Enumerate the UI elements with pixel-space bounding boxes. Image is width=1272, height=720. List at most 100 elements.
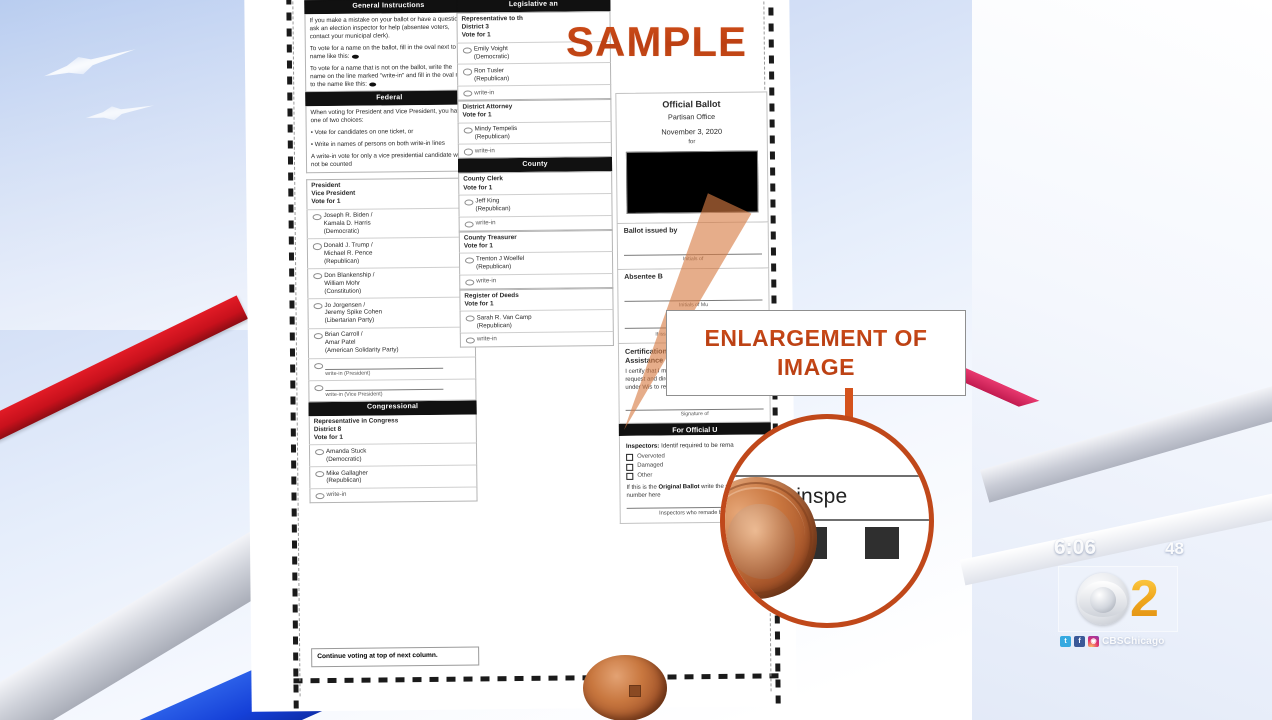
candidate-row[interactable]: Mike Gallagher (Republican): [309, 464, 478, 489]
candidate-party: (Democratic): [323, 227, 360, 236]
instruction-paragraph-1: If you make a mistake on your ballot or …: [309, 15, 463, 41]
penny-reference-square: [629, 685, 641, 697]
continue-voting-note: Continue voting at top of next column.: [311, 646, 480, 667]
contest-header-president: President Vice President Vote for 1: [306, 177, 475, 209]
candidate-party: (Republican): [474, 133, 510, 141]
ballot-column-1: General Instructions If you make a mista…: [304, 0, 478, 504]
cbs2-logo: 2: [1058, 566, 1178, 632]
inspectors-text: Identif required to be rema: [661, 442, 734, 450]
candidate-party: (Republican): [326, 477, 362, 485]
magnified-mark-2: [865, 527, 899, 559]
official-ballot-title: Official Ballot: [662, 98, 721, 110]
enlargement-callout-line1: ENLARGEMENT OF: [704, 325, 928, 351]
candidate-row[interactable]: Jeff King (Republican): [458, 192, 613, 217]
cbs-eye-pupil: [1090, 587, 1117, 613]
clock-time: 6:06: [1054, 536, 1097, 559]
candidate-row[interactable]: Trenton J Woelfel (Republican): [458, 250, 614, 275]
candidate-party: (Republican): [324, 257, 360, 265]
facebook-icon: f: [1074, 636, 1085, 647]
instagram-icon: ◉: [1088, 636, 1099, 647]
official-ballot-for-label: for: [688, 138, 696, 145]
candidate-row[interactable]: Mindy Tempelis (Republican): [457, 120, 612, 145]
vote-for-county-treasurer: Vote for 1: [463, 242, 493, 250]
filled-oval-example-icon: [351, 54, 359, 59]
write-in-row[interactable]: write-in: [457, 142, 612, 160]
write-in-president-label: write-in (President): [325, 367, 444, 378]
candidate-row[interactable]: Jo Jorgensen / Jeremy Spike Cohen (Liber…: [307, 296, 476, 329]
candidate-party: (Republican): [475, 205, 511, 213]
write-in-label: write-in: [474, 89, 495, 97]
write-in-vice-president-row[interactable]: write-in (Vice President): [308, 378, 477, 402]
checkbox-overvoted[interactable]: [626, 453, 634, 461]
contest-header-register-of-deeds: Register of Deeds Vote for 1: [459, 287, 614, 311]
sample-watermark: SAMPLE: [566, 18, 748, 65]
contest-header-county-clerk: County Clerk Vote for 1: [458, 171, 613, 195]
original-ballot-note-line1: If this is the: [626, 484, 657, 491]
candidate-row[interactable]: Amanda Stuck (Democratic): [308, 442, 478, 467]
write-in-vice-president-label: write-in (Vice President): [325, 388, 444, 399]
twitter-icon: t: [1060, 636, 1071, 647]
continue-voting-text: Continue voting at top of next column.: [317, 651, 438, 661]
write-in-label: write-in: [475, 219, 496, 227]
contest-header-county-treasurer: County Treasurer Vote for 1: [458, 229, 613, 253]
candidate-row[interactable]: Joseph R. Biden / Kamala D. Harris (Demo…: [306, 207, 475, 239]
write-in-label: write-in: [476, 277, 497, 285]
candidate-party: (Libertarian Party): [324, 316, 375, 325]
write-in-label: write-in: [474, 147, 495, 155]
federal-paragraph-2: A write-in vote for only a vice presiden…: [310, 151, 462, 169]
clock: 6:06 48: [1054, 536, 1184, 560]
contest-header-congress: Representative in Congress District 8 Vo…: [308, 414, 477, 445]
instruction-paragraph-3: To vote for a name that is not on the ba…: [310, 63, 468, 88]
original-ballot-bold: Original Ballot: [658, 483, 700, 491]
checkbox-other[interactable]: [626, 473, 634, 481]
candidate-row[interactable]: Don Blankenship / William Mohr (Constitu…: [307, 266, 476, 299]
social-handle-text: CBSChicago: [1102, 636, 1165, 647]
general-instructions-body: If you make a mistake on your ballot or …: [304, 12, 474, 93]
broadcast-frame: General Instructions If you make a mista…: [0, 0, 1272, 720]
candidate-party: (Democratic): [326, 455, 362, 463]
candidate-row[interactable]: Sarah R. Van Camp (Republican): [459, 309, 614, 333]
candidate-party: (Constitution): [324, 287, 362, 295]
background-left-haze: [0, 0, 250, 330]
social-handles: t f ◉ CBSChicago: [1060, 636, 1180, 647]
redacted-jurisdiction-block: [625, 150, 759, 215]
official-ballot-date: November 3, 2020: [661, 127, 723, 137]
perforation-bottom: [293, 673, 781, 684]
enlargement-callout: ENLARGEMENT OF IMAGE: [666, 310, 966, 396]
write-in-row[interactable]: write-in: [309, 486, 478, 504]
federal-paragraph-1: When voting for President and Vice Presi…: [310, 107, 464, 125]
contest-header-district-attorney: District Attorney Vote for 1: [457, 99, 612, 123]
candidate-row[interactable]: Donald J. Trump / Michael R. Pence (Repu…: [306, 236, 476, 269]
write-in-row[interactable]: write-in: [457, 84, 612, 101]
magnified-rule-top: [735, 475, 929, 477]
candidate-party: (Republican): [474, 74, 510, 83]
checkbox-label-other: Other: [637, 472, 653, 479]
checkbox-damaged[interactable]: [626, 463, 634, 471]
write-in-row[interactable]: write-in: [458, 214, 613, 232]
write-in-row[interactable]: write-in: [459, 330, 614, 348]
candidate-party: (Republican): [476, 321, 512, 329]
candidate-party: (Republican): [476, 263, 512, 271]
channel-number: 2: [1130, 570, 1159, 628]
write-in-row[interactable]: write-in: [459, 272, 614, 290]
penny-on-ballot: [583, 655, 667, 720]
magnified-ballot-detail: itials of inspe: [720, 414, 934, 628]
clock-seconds: 48: [1165, 539, 1184, 558]
candidate-row[interactable]: Brian Carroll / Amar Patel (American Sol…: [307, 326, 477, 358]
enlargement-callout-line2: IMAGE: [777, 354, 855, 380]
write-in-label: write-in: [326, 491, 347, 499]
checkbox-label-damaged: Damaged: [637, 462, 664, 469]
write-in-label: write-in: [476, 335, 497, 343]
write-in-president-row[interactable]: write-in (President): [308, 356, 477, 380]
official-ballot-stub: Official Ballot Partisan Office November…: [615, 91, 769, 225]
station-bug: 6:06 48 2 t f ◉ CBSChicago: [1044, 536, 1192, 656]
vote-for-president: Vote for 1: [311, 198, 341, 206]
candidate-party: (American Solidarity Party): [324, 346, 399, 355]
vote-for-county-clerk: Vote for 1: [463, 183, 493, 192]
instruction-text-3: To vote for a name that is not on the ba…: [309, 63, 468, 88]
filled-oval-example-icon-2: [368, 82, 376, 87]
instruction-paragraph-2: To vote for a name on the ballot, fill i…: [310, 43, 468, 61]
federal-instructions-body: When voting for President and Vice Presi…: [305, 104, 475, 174]
vote-for-district-attorney: Vote for 1: [462, 111, 492, 119]
federal-bullet-1: • Vote for candidates on one ticket, or: [310, 128, 414, 137]
